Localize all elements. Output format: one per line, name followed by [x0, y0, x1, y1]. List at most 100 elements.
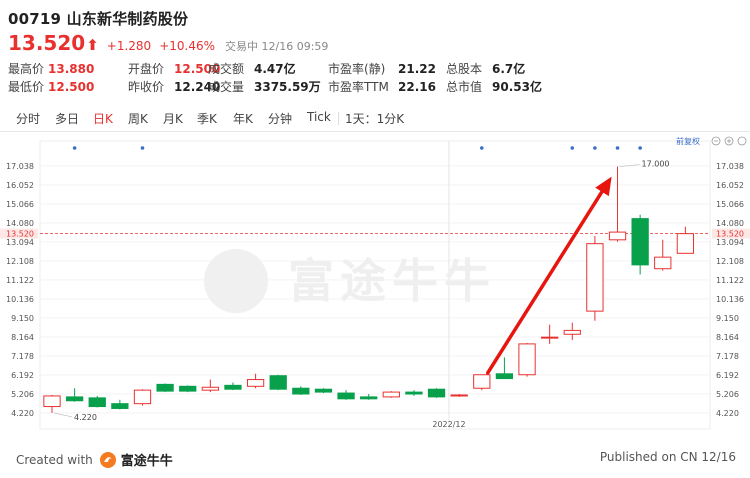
candle-body[interactable]: [631, 218, 649, 266]
y-tick-label-right: 12.108: [716, 257, 744, 266]
tab-5[interactable]: 季K: [197, 110, 217, 127]
stat-label: 最高价: [8, 62, 45, 76]
red-arrowhead-icon: [595, 176, 612, 197]
timeframe-tabs: 分时 多日 日K 周K 月K 季K 年K 分钟 Tick 1天：1分K: [0, 106, 750, 132]
candle-body[interactable]: [65, 396, 84, 402]
price-change: +1.280: [106, 39, 152, 53]
current-price: 13.520: [8, 31, 86, 55]
y-tick-label-right: 4.220: [716, 409, 739, 418]
y-tick-label-right: 8.164: [716, 333, 739, 342]
candle-body[interactable]: [111, 403, 129, 409]
y-tick-label-left: 16.052: [6, 181, 34, 190]
event-marker-icon[interactable]: [479, 146, 484, 150]
y-tick-label-right: 10.136: [716, 295, 744, 304]
stat-label: 昨收价: [128, 80, 165, 94]
y-tick-label-right: 5.206: [716, 390, 739, 399]
event-marker-icon[interactable]: [638, 146, 642, 150]
tab-7[interactable]: 分钟: [268, 110, 292, 127]
current-price-tag-left: 13.520: [6, 230, 34, 239]
futu-logo-icon: [99, 451, 116, 468]
stat-label: 市盈率(静): [328, 62, 386, 76]
y-tick-label-left: 7.178: [11, 352, 34, 361]
y-tick-label-left: 9.150: [11, 314, 34, 323]
candle-body[interactable]: [179, 385, 197, 392]
event-marker-icon[interactable]: [593, 146, 597, 150]
candle-body[interactable]: [314, 388, 333, 393]
stat-label: 市盈率TTM: [328, 80, 389, 94]
candle-body[interactable]: [518, 343, 536, 376]
event-marker-icon[interactable]: [140, 146, 145, 150]
up-arrow-icon: ⬆: [86, 36, 99, 54]
stat-item: 市盈率(静) 21.22: [328, 60, 436, 77]
stat-label: 开盘价: [128, 62, 165, 76]
tab-0[interactable]: 分时: [16, 110, 40, 127]
current-price-tag-right: 13.520: [716, 230, 744, 239]
candle-body[interactable]: [337, 392, 355, 400]
y-tick-label-right: 6.192: [716, 371, 739, 380]
stat-item: 最高价 13.880: [8, 60, 94, 77]
y-tick-label-left: 4.220: [11, 409, 34, 418]
candle-body[interactable]: [676, 233, 695, 254]
candle-body[interactable]: [473, 374, 491, 389]
stat-item: 市盈率TTM 22.16: [328, 78, 436, 95]
tab-4[interactable]: 月K: [163, 110, 183, 127]
y-tick-label-left: 10.136: [6, 295, 34, 304]
trading-status: 交易中 12/16 09:59: [225, 40, 329, 53]
stat-label: 成交量: [208, 80, 245, 94]
stat-item: 昨收价 12.240: [128, 78, 220, 95]
watermark-text: 富途牛牛: [288, 254, 496, 308]
candle-body[interactable]: [224, 384, 242, 390]
price-row: 13.520 ⬆ +1.280 +10.46% 交易中 12/16 09:59: [8, 31, 329, 55]
candle-body[interactable]: [201, 386, 219, 391]
event-marker-icon[interactable]: [570, 146, 575, 150]
candle-body[interactable]: [654, 256, 672, 270]
stat-label: 总市值: [446, 80, 483, 94]
tab-3[interactable]: 周K: [128, 110, 148, 127]
candle-body[interactable]: [88, 397, 106, 408]
candle-body[interactable]: [495, 373, 514, 380]
stat-item: 成交额 4.47亿: [208, 60, 296, 77]
watermark: [204, 249, 268, 313]
candle-body[interactable]: [608, 231, 627, 241]
kline-chart[interactable]: 17.038 17.038 16.052 16.052 15.066 15.066 14.0…: [0, 133, 750, 433]
y-tick-label-left: 17.038: [6, 162, 34, 171]
candle-body[interactable]: [133, 389, 152, 405]
candle-body[interactable]: [43, 395, 61, 408]
price-change-percent: +10.46%: [159, 39, 215, 53]
candle-body[interactable]: [586, 243, 604, 312]
y-tick-label-left: 11.122: [6, 276, 34, 285]
event-marker-icon[interactable]: [72, 146, 77, 150]
tab-8[interactable]: Tick: [307, 110, 331, 124]
low-leader-line: [53, 412, 73, 418]
candle-body[interactable]: [427, 388, 446, 398]
tab-9[interactable]: 1天：1分K: [345, 110, 404, 127]
tab-divider: [338, 112, 339, 125]
stat-value: 3375.59万: [254, 80, 321, 94]
candle-body[interactable]: [156, 383, 174, 392]
tab-1[interactable]: 多日: [55, 110, 79, 127]
settings-icon[interactable]: [737, 136, 747, 146]
candle-body[interactable]: [450, 394, 468, 397]
rights-adjust-label[interactable]: 前复权: [676, 136, 700, 146]
low-annotation: 4.220: [74, 413, 97, 422]
candle-body[interactable]: [382, 391, 400, 398]
candle-body[interactable]: [563, 329, 581, 335]
footer-brand: 富途牛牛: [120, 454, 173, 469]
candle-body[interactable]: [269, 375, 287, 390]
created-with-label: Created with: [16, 452, 93, 467]
y-tick-label-left: 5.206: [11, 390, 34, 399]
tab-2[interactable]: 日K: [93, 110, 113, 127]
event-marker-icon[interactable]: [615, 146, 620, 150]
candle-body[interactable]: [405, 391, 423, 395]
candle-body[interactable]: [292, 387, 310, 395]
stat-value: 21.22: [398, 62, 436, 76]
kline-chart-svg[interactable]: 17.038 17.038 16.052 16.052 15.066 15.066 14.0…: [0, 133, 750, 433]
candle-body[interactable]: [246, 379, 265, 387]
y-tick-label-left: 14.080: [6, 219, 34, 228]
tab-6[interactable]: 年K: [233, 110, 253, 127]
stat-label: 总股本: [446, 62, 483, 76]
y-tick-label-left: 12.108: [6, 257, 34, 266]
candle-body[interactable]: [541, 336, 559, 339]
y-tick-label-right: 14.080: [716, 219, 744, 228]
candle-body[interactable]: [360, 396, 378, 400]
